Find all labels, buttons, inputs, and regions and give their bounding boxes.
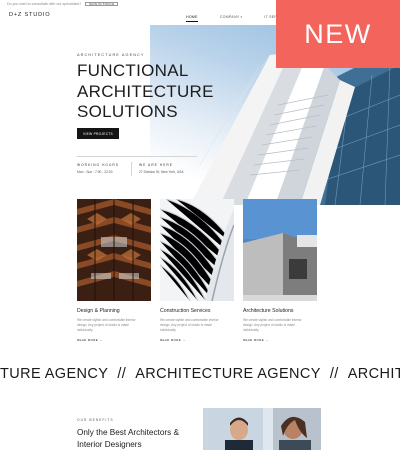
hero-title: FUNCTIONAL ARCHITECTURE SOLUTIONS xyxy=(77,61,214,121)
card-title: Design & Planning xyxy=(77,308,120,314)
site-logo[interactable]: D+Z STUDIO xyxy=(9,12,50,18)
team-photo-image xyxy=(203,408,321,450)
read-more-link[interactable]: READ MORE → xyxy=(243,338,317,342)
card-image-architecture xyxy=(243,199,317,301)
card-text: We create stylish and comfortable interi… xyxy=(77,318,136,332)
get-in-touch-button[interactable]: SIGN IN TOUCH xyxy=(85,1,119,6)
working-hours-label: WORKING HOURS xyxy=(77,163,119,167)
card-title: Construction Services xyxy=(160,308,211,314)
vessel-structure-image xyxy=(77,199,151,301)
agency-marquee: TURE AGENCY // ARCHITECTURE AGENCY // ARCHIT… xyxy=(0,366,400,386)
nav-item-company[interactable]: COMPANY▾ xyxy=(220,15,242,19)
address-value: 27 Division St, New York, USA xyxy=(139,170,184,174)
address-label: WE ARE HERE xyxy=(139,163,173,167)
working-hours-value: Mon - Sun : 7:00 - 22:00 xyxy=(77,170,113,174)
read-more-label: READ MORE xyxy=(160,337,182,342)
arrow-right-icon: → xyxy=(265,337,269,342)
card-text: We create stylish and comfortable interi… xyxy=(243,318,302,332)
service-card-architecture[interactable]: Architecture Solutions We create stylish… xyxy=(243,199,317,342)
marquee-separator: // xyxy=(117,366,127,382)
white-curved-structure-image xyxy=(160,199,234,301)
read-more-label: READ MORE xyxy=(243,337,265,342)
benefits-eyebrow: OUR BENEFITS xyxy=(77,418,114,422)
hero-eyebrow: ARCHITECTURE AGENCY xyxy=(77,53,145,57)
card-title: Architecture Solutions xyxy=(243,308,294,314)
architects-team-photo xyxy=(203,408,321,450)
nav-item-company-label: COMPANY xyxy=(219,15,240,19)
view-projects-button[interactable]: VIEW PROJECTS xyxy=(77,128,119,139)
card-image-construction xyxy=(160,199,234,301)
chevron-down-icon: ▾ xyxy=(240,15,243,19)
new-badge: NEW xyxy=(276,0,400,68)
service-card-design[interactable]: Design & Planning We create stylish and … xyxy=(77,199,151,342)
top-bar-text: Do you wish to consultate with our speci… xyxy=(7,1,82,6)
arrow-right-icon: → xyxy=(182,337,186,342)
info-separator xyxy=(131,162,132,176)
card-text: We create stylish and comfortable interi… xyxy=(160,318,219,332)
card-image-design xyxy=(77,199,151,301)
benefits-title: Only the Best Architectors & Interior De… xyxy=(77,428,179,449)
marquee-text-lead: TURE AGENCY xyxy=(0,366,109,382)
read-more-link[interactable]: READ MORE → xyxy=(77,338,151,342)
nav-item-home[interactable]: HOME xyxy=(186,15,198,22)
marquee-separator: // xyxy=(329,366,339,382)
marquee-text-middle: ARCHITECTURE AGENCY xyxy=(135,366,321,382)
concrete-building-image xyxy=(243,199,317,301)
read-more-link[interactable]: READ MORE → xyxy=(160,338,234,342)
arrow-right-icon: → xyxy=(99,337,103,342)
marquee-text-tail: ARCHITE xyxy=(347,366,400,382)
read-more-label: READ MORE xyxy=(77,337,99,342)
service-card-construction[interactable]: Construction Services We create stylish … xyxy=(160,199,234,342)
hero-divider xyxy=(77,156,197,157)
